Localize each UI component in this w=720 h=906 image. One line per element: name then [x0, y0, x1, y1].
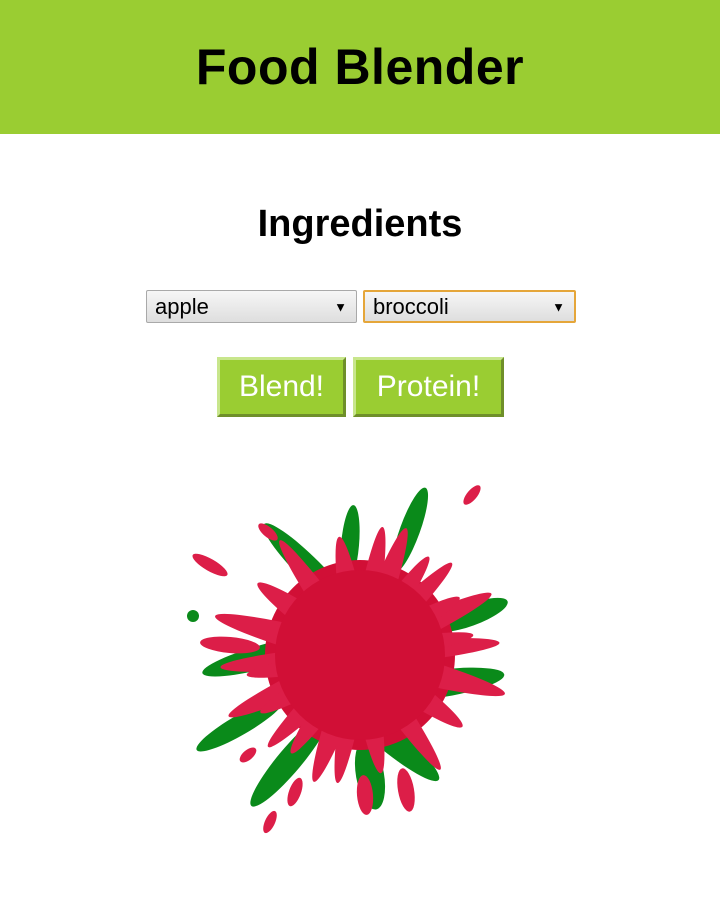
ingredient-select-2[interactable]: broccoli ▼ — [363, 290, 576, 323]
app-header: Food Blender — [0, 0, 720, 134]
ingredient-select-2-value: broccoli — [373, 293, 449, 319]
ingredients-heading: Ingredients — [257, 203, 463, 245]
app-title: Food Blender — [195, 39, 525, 95]
dropdown-arrow-icon: ▼ — [552, 299, 565, 314]
smoothie-splat-image — [187, 485, 508, 834]
dropdown-arrow-icon: ▼ — [334, 299, 347, 314]
ingredient-select-1[interactable]: apple ▼ — [146, 290, 357, 323]
ingredient-select-1-value: apple — [155, 293, 209, 319]
blend-button[interactable]: Blend! — [217, 357, 346, 417]
protein-button[interactable]: Protein! — [353, 357, 504, 417]
